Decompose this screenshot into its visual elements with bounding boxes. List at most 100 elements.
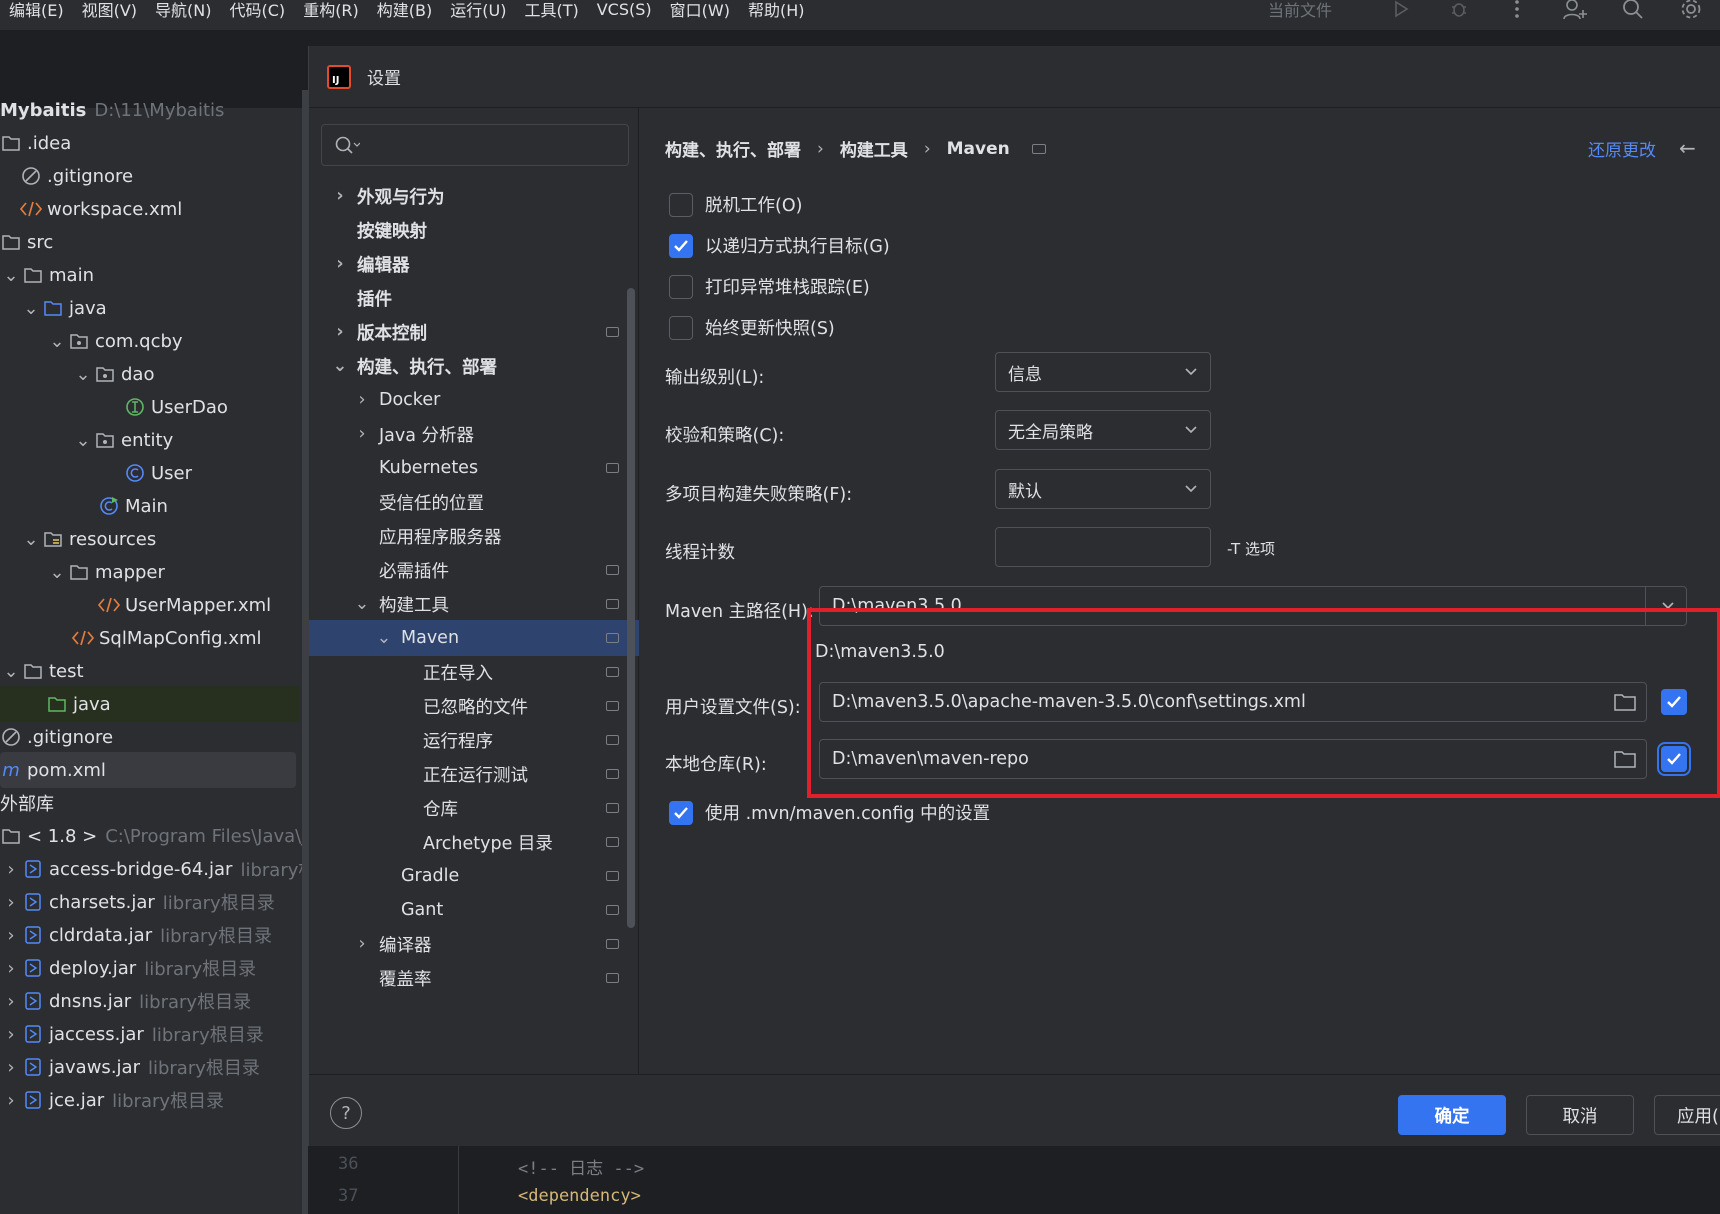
- chevron-down-icon[interactable]: ⌄: [46, 562, 68, 583]
- project-row-root[interactable]: Mybaitis D:\11\Mybaitis: [0, 92, 300, 128]
- project-row-src[interactable]: src: [0, 224, 300, 260]
- checkbox-box[interactable]: [669, 315, 693, 340]
- project-row-idea[interactable]: .idea: [0, 125, 300, 161]
- apply-button[interactable]: 应用(: [1654, 1095, 1720, 1135]
- project-row-resources[interactable]: ⌄ resources: [0, 521, 300, 557]
- project-row-main-class[interactable]: Main: [0, 488, 300, 524]
- tree-item-compiler[interactable]: › 编译器: [309, 926, 639, 962]
- tree-item-java-profiler[interactable]: › Java 分析器: [309, 416, 639, 452]
- project-row-external-libs[interactable]: 外部库: [0, 785, 300, 821]
- chevron-right-icon[interactable]: ›: [0, 991, 22, 1012]
- menu-edit[interactable]: 编辑(E): [0, 0, 73, 21]
- project-row-user[interactable]: User: [0, 455, 300, 491]
- chevron-right-icon[interactable]: ›: [353, 934, 371, 954]
- chevron-down-icon[interactable]: ⌄: [46, 331, 68, 352]
- chevron-down-icon[interactable]: ⌄: [353, 594, 371, 614]
- menu-tools[interactable]: 工具(T): [515, 0, 587, 21]
- chevron-down-icon[interactable]: ⌄: [0, 661, 22, 682]
- checkbox-mvn-config[interactable]: 使用 .mvn/maven.config 中的设置: [669, 800, 990, 825]
- tree-item-keymap[interactable]: 按键映射: [309, 212, 639, 248]
- add-user-icon[interactable]: [1560, 0, 1590, 24]
- settings-tree-scrollbar[interactable]: [627, 288, 635, 928]
- code-editor[interactable]: 36 <!-- 日志 --> 37 <dependency>: [308, 1146, 1720, 1214]
- tree-item-app-servers[interactable]: 应用程序服务器: [309, 518, 639, 554]
- project-row-userdao[interactable]: UserDao: [0, 389, 300, 425]
- project-row-jar[interactable]: › access-bridge-64.jar library根: [0, 851, 316, 887]
- debug-icon[interactable]: [1444, 0, 1474, 24]
- project-row-java[interactable]: ⌄ java: [0, 290, 300, 326]
- menu-refactor[interactable]: 重构(R): [294, 0, 368, 21]
- chevron-down-icon[interactable]: ⌄: [0, 265, 22, 286]
- chevron-down-icon[interactable]: ⌄: [375, 628, 393, 648]
- more-actions-icon[interactable]: [1502, 0, 1532, 24]
- menu-help[interactable]: 帮助(H): [739, 0, 814, 21]
- breadcrumb-item[interactable]: 构建、执行、部署: [665, 136, 801, 161]
- menu-view[interactable]: 视图(V): [73, 0, 146, 21]
- project-row-mapper[interactable]: ⌄ mapper: [0, 554, 300, 590]
- tree-item-ignored-files[interactable]: 已忽略的文件: [309, 688, 639, 724]
- menu-navigate[interactable]: 导航(N): [146, 0, 220, 21]
- fail-policy-select[interactable]: 默认: [995, 469, 1211, 509]
- chevron-right-icon[interactable]: ›: [331, 254, 349, 274]
- back-arrow-icon[interactable]: ←: [1679, 136, 1696, 160]
- project-row-test-java[interactable]: java: [0, 686, 300, 722]
- chevron-down-icon[interactable]: ⌄: [331, 356, 349, 376]
- tree-item-gant[interactable]: Gant: [309, 892, 639, 928]
- project-row-gitignore[interactable]: .gitignore: [0, 158, 300, 194]
- menu-run[interactable]: 运行(U): [441, 0, 515, 21]
- chevron-right-icon[interactable]: ›: [353, 424, 371, 444]
- tree-item-importing[interactable]: 正在导入: [309, 654, 639, 690]
- project-row-jdk[interactable]: < 1.8 > C:\Program Files\Java\jdk: [0, 818, 328, 854]
- project-row-entity[interactable]: ⌄ entity: [0, 422, 300, 458]
- checkbox-print-stack[interactable]: 打印异常堆栈跟踪(E): [669, 274, 870, 299]
- project-row-jar[interactable]: › dnsns.jar library根目录: [0, 983, 300, 1019]
- chevron-right-icon[interactable]: ›: [0, 859, 22, 880]
- search-everywhere-icon[interactable]: [1618, 0, 1648, 24]
- project-row-com-qcby[interactable]: ⌄ com.qcby: [0, 323, 300, 359]
- tree-item-vcs[interactable]: › 版本控制: [309, 314, 639, 350]
- project-row-jar[interactable]: › jce.jar library根目录: [0, 1082, 300, 1118]
- tree-item-running-tests[interactable]: 正在运行测试: [309, 756, 639, 792]
- revert-changes-link[interactable]: 还原更改: [1588, 136, 1656, 161]
- checkbox-update-snapshots[interactable]: 始终更新快照(S): [669, 315, 835, 340]
- tree-item-docker[interactable]: › Docker: [309, 382, 639, 418]
- settings-search-input[interactable]: [321, 124, 629, 166]
- tree-item-gradle[interactable]: Gradle: [309, 858, 639, 894]
- run-config-selector[interactable]: 当前文件: [1268, 0, 1332, 21]
- menu-code[interactable]: 代码(C): [221, 0, 295, 21]
- chevron-right-icon[interactable]: ›: [331, 322, 349, 342]
- output-level-select[interactable]: 信息: [995, 352, 1211, 392]
- chevron-right-icon[interactable]: ›: [0, 1057, 22, 1078]
- menu-vcs[interactable]: VCS(S): [588, 0, 661, 19]
- project-row-usermapper[interactable]: UserMapper.xml: [0, 587, 300, 623]
- project-row-pom[interactable]: m pom.xml: [0, 752, 296, 788]
- checkbox-box[interactable]: [669, 274, 693, 299]
- chevron-down-icon[interactable]: ⌄: [20, 298, 42, 319]
- chevron-right-icon[interactable]: ›: [0, 1024, 22, 1045]
- checkbox-box[interactable]: [669, 233, 693, 258]
- project-row-jar[interactable]: › javaws.jar library根目录: [0, 1049, 300, 1085]
- chevron-right-icon[interactable]: ›: [331, 186, 349, 206]
- tree-item-repositories[interactable]: 仓库: [309, 790, 639, 826]
- cancel-button[interactable]: 取消: [1526, 1095, 1634, 1135]
- tree-item-archetype[interactable]: Archetype 目录: [309, 824, 639, 860]
- chevron-right-icon[interactable]: ›: [353, 390, 371, 410]
- chevron-right-icon[interactable]: ›: [0, 925, 22, 946]
- project-row-gitignore-root[interactable]: .gitignore: [0, 719, 300, 755]
- chevron-down-icon[interactable]: ⌄: [72, 364, 94, 385]
- tree-item-required-plugins[interactable]: 必需插件: [309, 552, 639, 588]
- project-row-test[interactable]: ⌄ test: [0, 653, 300, 689]
- chevron-down-icon[interactable]: ⌄: [20, 529, 42, 550]
- menu-build[interactable]: 构建(B): [368, 0, 441, 21]
- tree-item-trusted-locations[interactable]: 受信任的位置: [309, 484, 639, 520]
- checkbox-recursive[interactable]: 以递归方式执行目标(G): [669, 233, 890, 258]
- ok-button[interactable]: 确定: [1398, 1095, 1506, 1135]
- tree-item-kubernetes[interactable]: Kubernetes: [309, 450, 639, 486]
- tree-item-plugins[interactable]: 插件: [309, 280, 639, 316]
- tree-item-build[interactable]: ⌄ 构建、执行、部署: [309, 348, 639, 384]
- project-row-jar[interactable]: › deploy.jar library根目录: [0, 950, 300, 986]
- checksum-policy-select[interactable]: 无全局策略: [995, 410, 1211, 450]
- project-row-jar[interactable]: › jaccess.jar library根目录: [0, 1016, 300, 1052]
- tree-item-editor[interactable]: › 编辑器: [309, 246, 639, 282]
- chevron-right-icon[interactable]: ›: [0, 892, 22, 913]
